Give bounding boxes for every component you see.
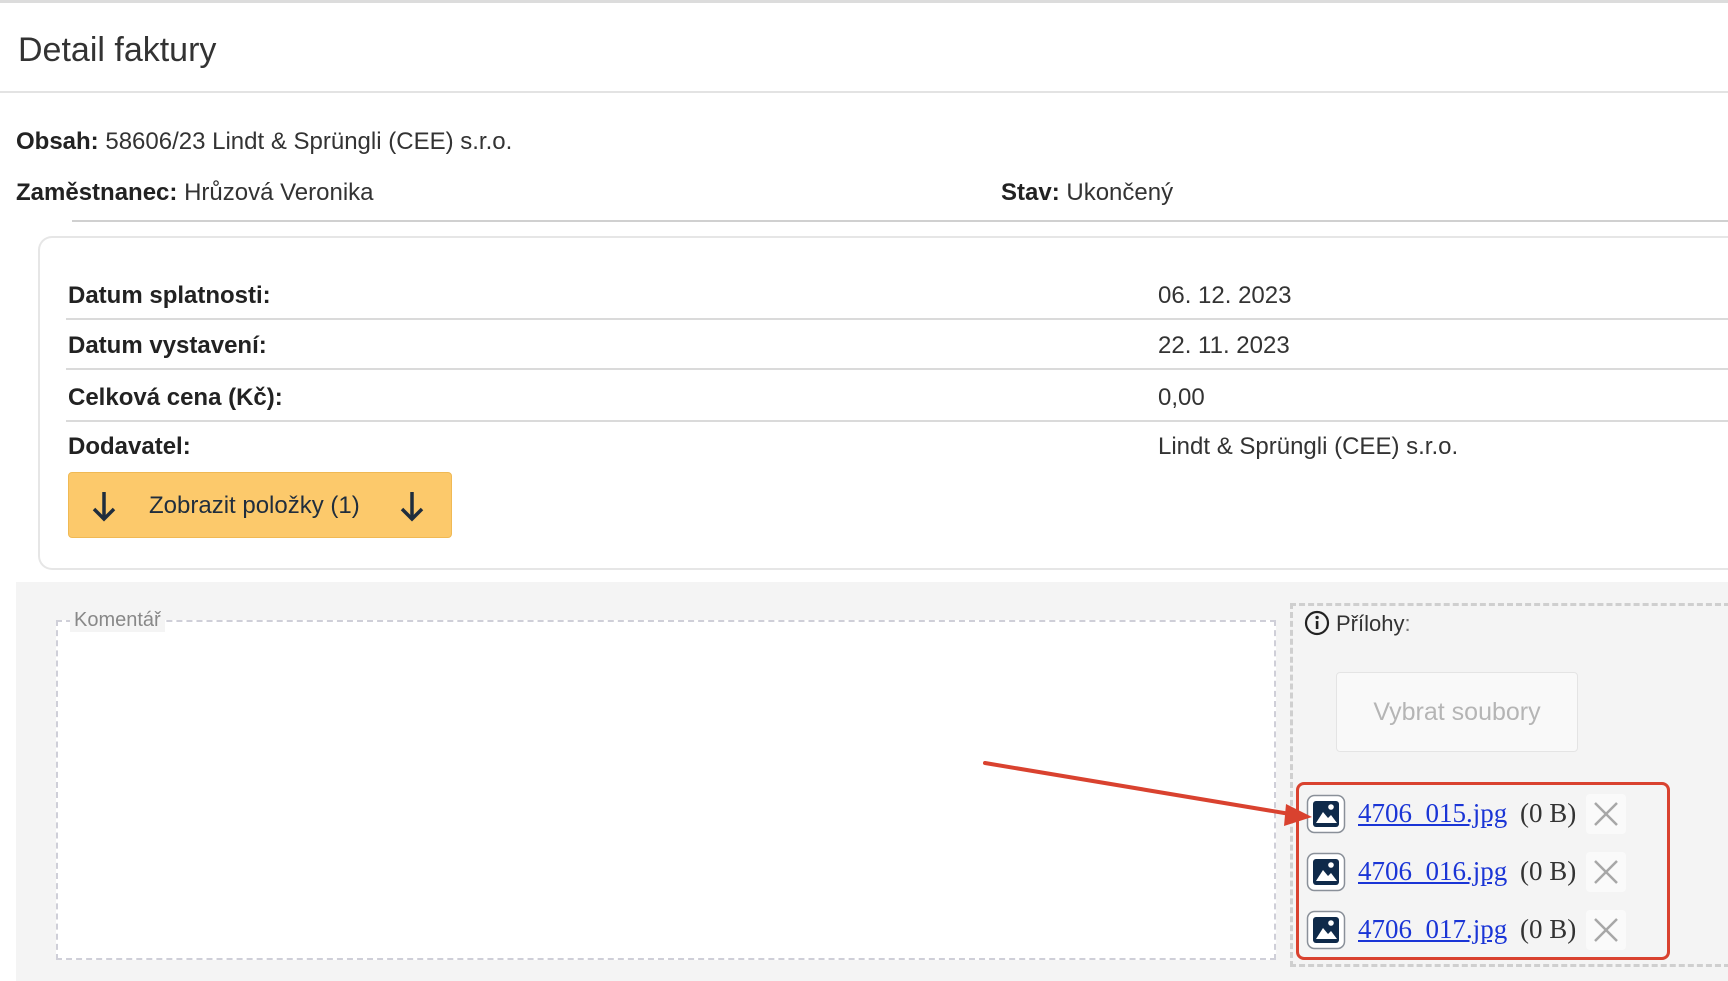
info-status: Stav: Ukončený: [1001, 179, 1173, 207]
divider: [72, 220, 1728, 222]
obsah-value: 58606/23 Lindt & Sprüngli (CEE) s.r.o.: [105, 128, 513, 155]
attachment-size: (0 B): [1520, 798, 1577, 828]
detail-label: Celková cena (Kč):: [68, 384, 283, 411]
status-value: Ukončený: [1066, 179, 1174, 206]
close-icon[interactable]: [1586, 910, 1626, 950]
show-items-label: Zobrazit položky (1): [149, 492, 360, 519]
obsah-label: Obsah:: [16, 128, 99, 155]
close-icon[interactable]: [1586, 852, 1626, 892]
attachments-heading: Přílohy:: [1304, 610, 1411, 637]
comment-textarea[interactable]: [56, 620, 1276, 960]
detail-value: 0,00: [1158, 384, 1205, 411]
employee-label: Zaměstnanec:: [16, 179, 178, 206]
attachment-size: (0 B): [1520, 856, 1577, 886]
detail-value: 06. 12. 2023: [1158, 282, 1292, 309]
attachment-item: 4706_016.jpg (0 B): [1306, 850, 1666, 894]
info-icon[interactable]: [1304, 610, 1330, 636]
info-obsah: Obsah: 58606/23 Lindt & Sprüngli (CEE) s…: [16, 128, 512, 156]
detail-value: Lindt & Sprüngli (CEE) s.r.o.: [1158, 433, 1459, 460]
image-file-icon: [1306, 852, 1346, 892]
attachments-heading-colon: :: [1404, 611, 1411, 636]
attachment-link[interactable]: 4706_017.jpg: [1358, 914, 1507, 945]
attachments-heading-label: Přílohy: [1336, 611, 1405, 636]
close-icon[interactable]: [1586, 794, 1626, 834]
attachment-size: (0 B): [1520, 914, 1577, 944]
detail-row-supplier: Dodavatel: Lindt & Sprüngli (CEE) s.r.o.: [66, 421, 1728, 471]
select-files-button[interactable]: Vybrat soubory: [1336, 672, 1578, 752]
detail-label: Datum splatnosti:: [68, 282, 271, 309]
attachment-link[interactable]: 4706_015.jpg: [1358, 798, 1507, 829]
detail-label: Dodavatel:: [68, 433, 191, 460]
arrow-down-icon: [92, 492, 116, 522]
status-label: Stav:: [1001, 179, 1060, 206]
detail-row-total-price: Celková cena (Kč): 0,00: [66, 372, 1728, 422]
detail-row-issue-date: Datum vystavení: 22. 11. 2023: [66, 320, 1728, 370]
employee-value: Hrůzová Veronika: [184, 179, 374, 206]
detail-row-due-date: Datum splatnosti: 06. 12. 2023: [66, 270, 1728, 320]
image-file-icon: [1306, 794, 1346, 834]
detail-value: 22. 11. 2023: [1158, 332, 1290, 359]
attachment-item: 4706_015.jpg (0 B): [1306, 792, 1666, 836]
info-employee: Zaměstnanec: Hrůzová Veronika: [16, 179, 374, 207]
modal-header: Detail faktury: [0, 3, 1728, 93]
comment-label: Komentář: [70, 609, 165, 632]
detail-label: Datum vystavení:: [68, 332, 267, 359]
page-title: Detail faktury: [18, 31, 217, 69]
attachment-link[interactable]: 4706_016.jpg: [1358, 856, 1507, 887]
arrow-down-icon: [400, 492, 424, 522]
image-file-icon: [1306, 910, 1346, 950]
attachment-item: 4706_017.jpg (0 B): [1306, 908, 1666, 952]
show-items-button[interactable]: Zobrazit položky (1): [68, 472, 452, 538]
